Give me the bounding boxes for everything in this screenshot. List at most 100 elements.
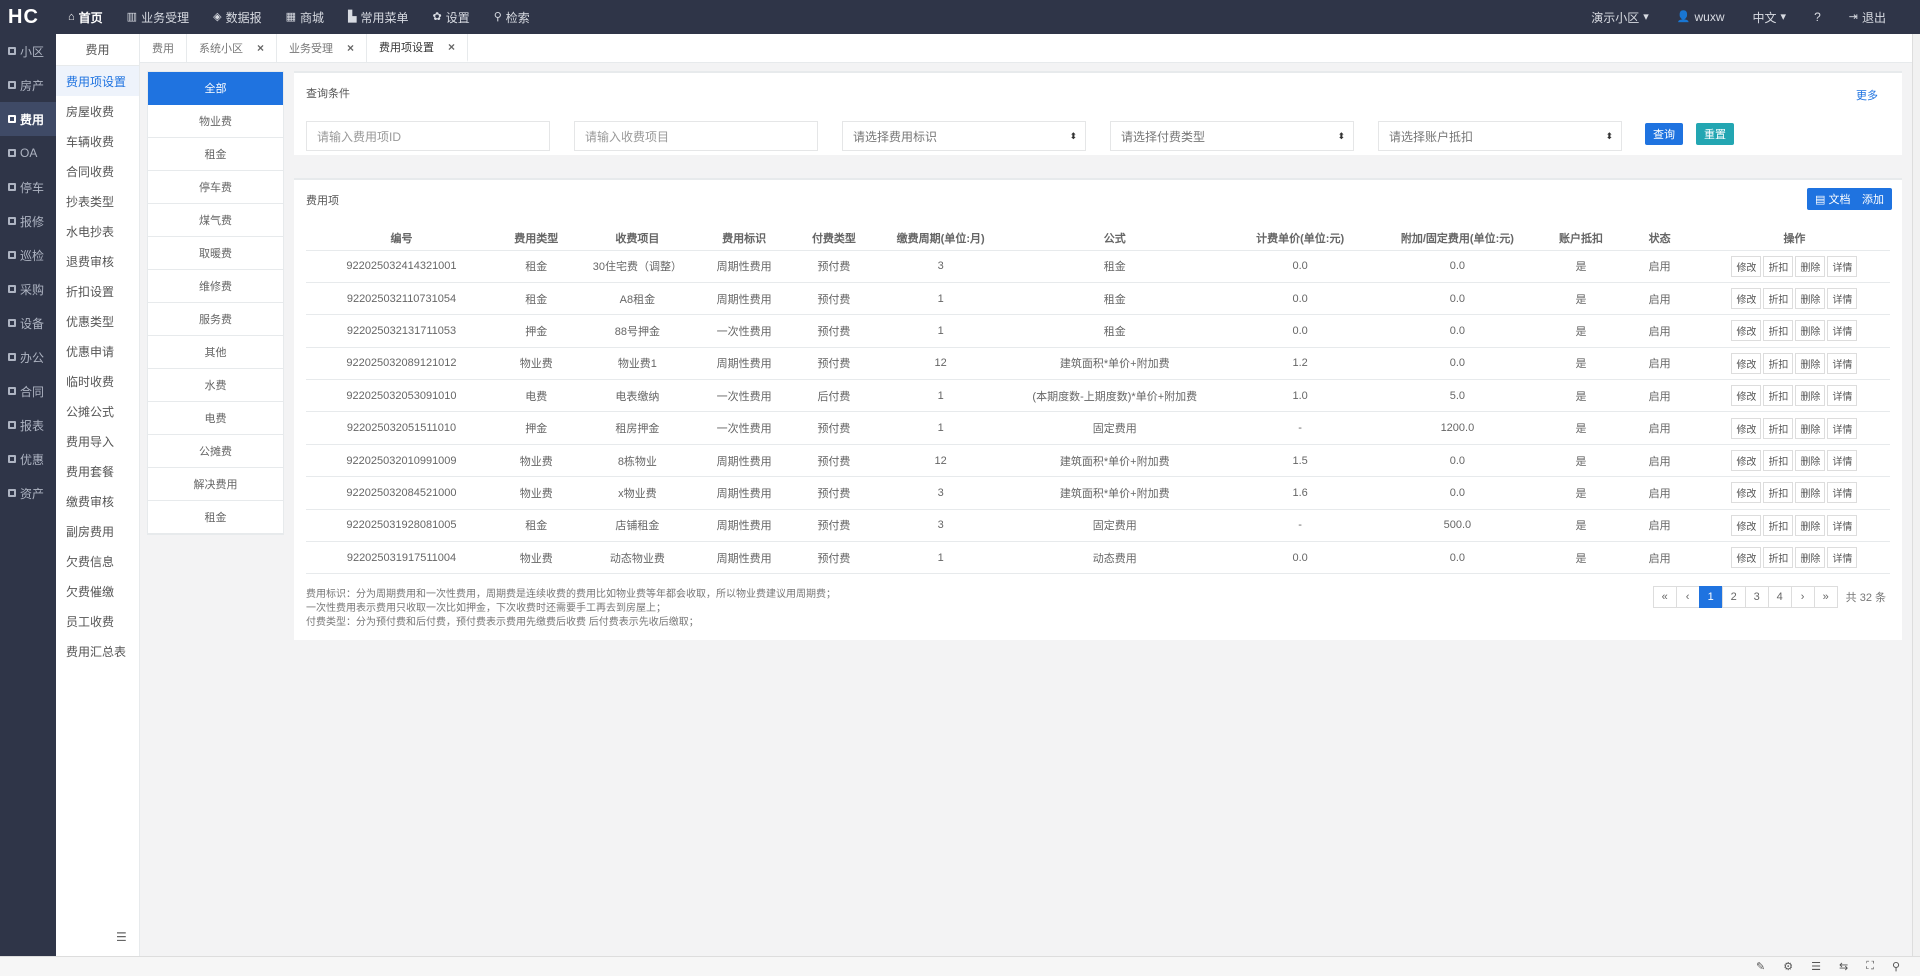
row-action-button[interactable]: 折扣 xyxy=(1763,288,1794,310)
main-sidebar-item[interactable]: 费用 xyxy=(0,102,56,136)
language-dropdown[interactable]: 中文 ▾ xyxy=(1739,9,1801,26)
sub-sidebar-item[interactable]: 欠费信息 xyxy=(56,546,139,576)
row-action-button[interactable]: 修改 xyxy=(1731,514,1762,536)
logout-button[interactable]: ⇥ 退出 xyxy=(1835,9,1900,26)
fee-category-item[interactable]: 维修费 xyxy=(148,270,283,303)
row-action-button[interactable]: 修改 xyxy=(1731,352,1762,374)
fee-category-item[interactable]: 租金 xyxy=(148,138,283,171)
fee-category-item[interactable]: 煤气费 xyxy=(148,204,283,237)
more-link[interactable]: 更多 xyxy=(1856,87,1878,103)
fee-category-item[interactable]: 解决费用 xyxy=(148,468,283,501)
status-tool-icon[interactable]: ✎ xyxy=(1756,960,1765,973)
row-action-button[interactable]: 删除 xyxy=(1795,514,1826,536)
row-action-button[interactable]: 修改 xyxy=(1731,417,1762,439)
row-action-button[interactable]: 详情 xyxy=(1827,385,1858,407)
main-sidebar-item[interactable]: 合同 xyxy=(0,374,56,408)
sub-sidebar-item[interactable]: 临时收费 xyxy=(56,366,139,396)
main-sidebar-item[interactable]: 资产 xyxy=(0,476,56,510)
row-action-button[interactable]: 删除 xyxy=(1795,450,1826,472)
row-action-button[interactable]: 删除 xyxy=(1795,482,1826,504)
page-button[interactable]: 3 xyxy=(1744,586,1769,608)
page-button[interactable]: ‹ xyxy=(1675,586,1700,608)
row-action-button[interactable]: 详情 xyxy=(1827,320,1858,342)
row-action-button[interactable]: 删除 xyxy=(1795,288,1826,310)
fee-category-item[interactable]: 租金 xyxy=(148,501,283,534)
app-logo[interactable]: HC xyxy=(0,6,56,29)
user-menu[interactable]: 👤 wuxw xyxy=(1663,10,1739,24)
row-action-button[interactable]: 折扣 xyxy=(1763,514,1794,536)
close-icon[interactable]: × xyxy=(448,40,455,54)
row-action-button[interactable]: 详情 xyxy=(1827,547,1858,569)
row-action-button[interactable]: 折扣 xyxy=(1763,482,1794,504)
page-button[interactable]: » xyxy=(1813,586,1838,608)
page-button[interactable]: 1 xyxy=(1698,586,1723,608)
page-button[interactable]: 4 xyxy=(1767,586,1792,608)
row-action-button[interactable]: 折扣 xyxy=(1763,450,1794,472)
sub-sidebar-item[interactable]: 抄表类型 xyxy=(56,186,139,216)
page-button[interactable]: 2 xyxy=(1721,586,1746,608)
top-nav-item[interactable]: ▥ 业务受理 xyxy=(115,0,201,34)
top-nav-item[interactable]: ▙ 常用菜单 xyxy=(336,0,420,34)
sub-sidebar-item[interactable]: 费用汇总表 xyxy=(56,636,139,666)
pay-type-select[interactable]: 请选择付费类型 ⬍ xyxy=(1110,121,1354,151)
top-nav-item[interactable]: ✿ 设置 xyxy=(420,0,481,34)
fee-category-item[interactable]: 其他 xyxy=(148,336,283,369)
reset-button[interactable]: 重置 xyxy=(1696,123,1734,145)
row-action-button[interactable]: 修改 xyxy=(1731,320,1762,342)
main-sidebar-item[interactable]: 采购 xyxy=(0,272,56,306)
sub-sidebar-item[interactable]: 房屋收费 xyxy=(56,96,139,126)
fee-category-item[interactable]: 取暖费 xyxy=(148,237,283,270)
fee-category-item[interactable]: 服务费 xyxy=(148,303,283,336)
tab-item[interactable]: 业务受理 × xyxy=(277,34,368,62)
row-action-button[interactable]: 删除 xyxy=(1795,255,1826,277)
main-sidebar-item[interactable]: 优惠 xyxy=(0,442,56,476)
row-action-button[interactable]: 折扣 xyxy=(1763,352,1794,374)
sub-sidebar-item[interactable]: 欠费催缴 xyxy=(56,576,139,606)
page-button[interactable]: › xyxy=(1790,586,1815,608)
row-action-button[interactable]: 修改 xyxy=(1731,547,1762,569)
top-nav-item[interactable]: ⚲ 检索 xyxy=(482,0,542,34)
main-sidebar-item[interactable]: 办公 xyxy=(0,340,56,374)
top-nav-item[interactable]: ▦ 商城 xyxy=(274,0,336,34)
top-nav-item[interactable]: ◈ 数据报 xyxy=(201,0,273,34)
row-action-button[interactable]: 详情 xyxy=(1827,352,1858,374)
fee-category-item[interactable]: 水费 xyxy=(148,369,283,402)
status-tool-icon[interactable]: ☰ xyxy=(1811,960,1821,973)
status-tool-icon[interactable]: ⛶ xyxy=(1866,960,1874,973)
close-icon[interactable]: × xyxy=(347,41,354,55)
row-action-button[interactable]: 折扣 xyxy=(1763,417,1794,439)
row-action-button[interactable]: 修改 xyxy=(1731,288,1762,310)
sub-sidebar-item[interactable]: 费用套餐 xyxy=(56,456,139,486)
sub-sidebar-item[interactable]: 折扣设置 xyxy=(56,276,139,306)
main-sidebar-item[interactable]: 巡检 xyxy=(0,238,56,272)
row-action-button[interactable]: 详情 xyxy=(1827,417,1858,439)
main-sidebar-item[interactable]: 报修 xyxy=(0,204,56,238)
fee-category-item[interactable]: 全部 xyxy=(148,72,283,105)
sub-sidebar-item[interactable]: 员工收费 xyxy=(56,606,139,636)
sub-sidebar-item[interactable]: 车辆收费 xyxy=(56,126,139,156)
row-action-button[interactable]: 详情 xyxy=(1827,450,1858,472)
main-sidebar-item[interactable]: 小区 xyxy=(0,34,56,68)
community-dropdown[interactable]: 演示小区 ▾ xyxy=(1577,9,1663,26)
main-sidebar-item[interactable]: 房产 xyxy=(0,68,56,102)
row-action-button[interactable]: 详情 xyxy=(1827,514,1858,536)
sub-sidebar-item[interactable]: 合同收费 xyxy=(56,156,139,186)
fee-category-item[interactable]: 电费 xyxy=(148,402,283,435)
row-action-button[interactable]: 修改 xyxy=(1731,450,1762,472)
sub-sidebar-item[interactable]: 缴费审核 xyxy=(56,486,139,516)
sub-sidebar-item[interactable]: 费用导入 xyxy=(56,426,139,456)
row-action-button[interactable]: 详情 xyxy=(1827,255,1858,277)
tab-item[interactable]: 费用 xyxy=(140,34,187,62)
status-tool-icon[interactable]: ⚲ xyxy=(1892,960,1900,973)
row-action-button[interactable]: 折扣 xyxy=(1763,255,1794,277)
top-nav-item[interactable]: ⌂ 首页 xyxy=(56,0,115,34)
row-action-button[interactable]: 折扣 xyxy=(1763,385,1794,407)
row-action-button[interactable]: 删除 xyxy=(1795,352,1826,374)
sub-sidebar-item[interactable]: 优惠申请 xyxy=(56,336,139,366)
main-sidebar-item[interactable]: 报表 xyxy=(0,408,56,442)
sub-sidebar-item[interactable]: 水电抄表 xyxy=(56,216,139,246)
sub-sidebar-item[interactable]: 公摊公式 xyxy=(56,396,139,426)
sub-sidebar-item[interactable]: 费用项设置 xyxy=(56,66,139,96)
doc-button[interactable]: ▤ 文档 xyxy=(1807,188,1859,210)
row-action-button[interactable]: 删除 xyxy=(1795,417,1826,439)
